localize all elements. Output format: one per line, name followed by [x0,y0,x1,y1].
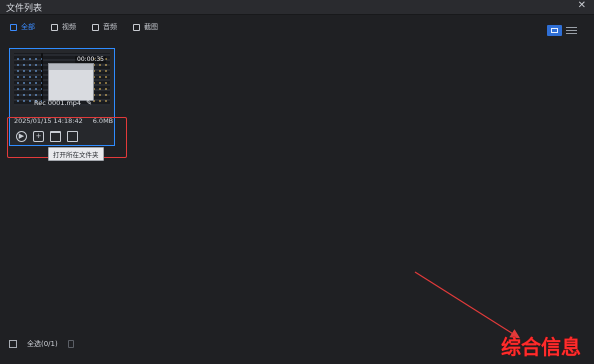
duration-badge: 00:00:35 [75,56,106,63]
footer-bar: 全选(0/1) [9,339,74,349]
grid-view-icon[interactable] [547,25,562,36]
list-view-icon[interactable] [566,25,577,36]
desktop-icons-right [92,57,108,103]
screenshot-icon [133,23,140,31]
watermark-text: 综合信息 [501,335,581,359]
title-bar: 文件列表 ✕ [0,0,594,15]
all-icon [10,23,17,31]
tab-audio[interactable]: 音频 [92,20,117,34]
tab-screenshot-label: 截图 [144,23,158,31]
audio-icon [92,23,99,31]
tab-all[interactable]: 全部 [10,20,35,34]
tab-audio-label: 音频 [103,23,117,31]
desktop-icons-left [16,57,42,103]
select-all-checkbox[interactable] [9,340,17,348]
file-name: Rec 0001.mp4 [33,99,82,107]
filter-tabs: 全部 视频 音频 截图 [10,20,158,34]
file-name-row: Rec 0001.mp4 ✎ [10,99,116,107]
tab-screenshot[interactable]: 截图 [133,20,158,34]
tab-all-label: 全部 [21,23,35,31]
close-icon[interactable]: ✕ [578,0,586,11]
select-all-label[interactable]: 全选(0/1) [27,339,58,349]
tab-video[interactable]: 视频 [51,20,76,34]
rename-icon[interactable]: ✎ [86,99,92,107]
tab-video-label: 视频 [62,23,76,31]
thumbnail-window [48,63,94,101]
video-icon [51,23,58,31]
footer-small-icon[interactable] [67,340,74,348]
window-title: 文件列表 [6,4,43,14]
tooltip: 打开所在文件夹 [48,147,104,161]
